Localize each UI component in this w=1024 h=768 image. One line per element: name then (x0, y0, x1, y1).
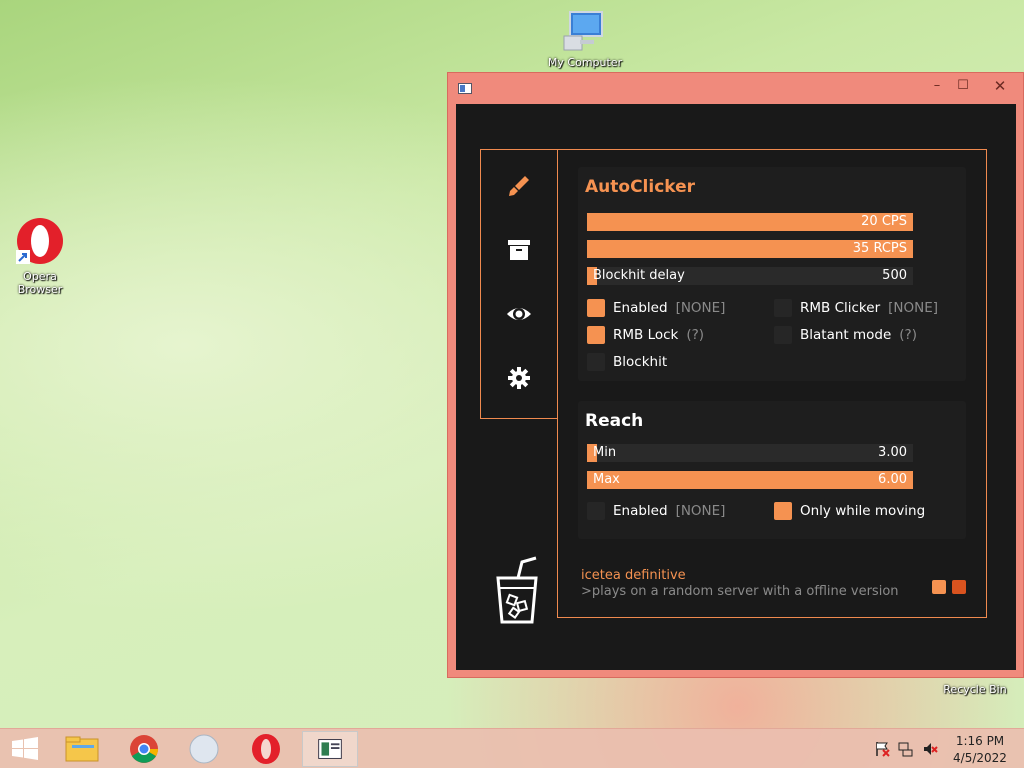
reach-min-slider[interactable]: Min 3.00 (587, 444, 913, 462)
checkbox-box[interactable] (774, 502, 792, 520)
checkbox-box[interactable] (774, 326, 792, 344)
footer-description: >plays on a random server with a offline… (581, 584, 899, 599)
slider-value: 20 CPS (861, 214, 907, 229)
opera-icon (16, 218, 63, 264)
reach-panel: Reach Min 3.00 Max 6.00 Enabled [NONE] O… (578, 401, 966, 539)
brush-icon[interactable] (505, 172, 533, 200)
slider-label: Blockhit delay (593, 268, 685, 283)
slider-value: 35 RCPS (852, 241, 907, 256)
eye-icon[interactable] (505, 300, 533, 328)
slider-label: Min (593, 445, 617, 460)
checkbox-box[interactable] (587, 299, 605, 317)
desktop-icon-label: Recycle Bin (943, 683, 1007, 696)
network-icon[interactable] (898, 741, 914, 757)
flag-icon[interactable] (874, 741, 890, 757)
help-hint: (?) (899, 327, 917, 343)
app-sphere-icon[interactable] (176, 731, 232, 767)
app-window: – ☐ ✕ AutoClicker 20 CPS 35 RCPS Blockhi… (447, 72, 1024, 678)
checkbox-box[interactable] (587, 326, 605, 344)
checkbox-box[interactable] (774, 299, 792, 317)
windows-start-icon[interactable] (0, 731, 50, 767)
archive-icon[interactable] (505, 236, 533, 264)
cps-slider[interactable]: 20 CPS (587, 213, 913, 231)
checkbox-box[interactable] (587, 502, 605, 520)
taskbar: 1:16 PM 4/5/2022 (0, 728, 1024, 768)
sidebar (480, 149, 558, 419)
gear-icon[interactable] (505, 364, 533, 392)
desktop-icon-label: Opera Browser (17, 270, 63, 296)
panel-title: AutoClicker (585, 177, 696, 197)
computer-icon (563, 11, 603, 51)
slider-label: Max (593, 472, 620, 487)
keybind-hint[interactable]: [NONE] (676, 503, 726, 519)
clock-date[interactable]: 4/5/2022 (940, 751, 1020, 765)
checkbox-box[interactable] (587, 353, 605, 371)
opera-icon[interactable] (238, 731, 294, 767)
slider-value: 3.00 (878, 445, 907, 460)
volume-muted-icon[interactable] (922, 741, 938, 757)
maximize-button[interactable]: ☐ (951, 77, 975, 95)
help-hint: (?) (686, 327, 705, 343)
slider-value: 500 (882, 268, 907, 283)
chrome-icon[interactable] (116, 731, 172, 767)
keybind-hint[interactable]: [NONE] (888, 300, 938, 316)
desktop-icon-opera[interactable]: Opera Browser (0, 216, 80, 296)
theme-dot-light[interactable] (932, 580, 946, 594)
reach-max-slider[interactable]: Max 6.00 (587, 471, 913, 489)
desktop-icon-recycle-bin[interactable]: Recycle Bin (935, 683, 1015, 696)
clock-time[interactable]: 1:16 PM (940, 734, 1020, 748)
footer-title: icetea definitive (581, 568, 686, 583)
iced-drink-icon (496, 556, 538, 624)
file-explorer-icon[interactable] (56, 731, 112, 767)
blockhit-delay-slider[interactable]: Blockhit delay 500 (587, 267, 913, 285)
desktop-icon-label: My Computer (547, 56, 623, 69)
active-app-taskbar-icon[interactable] (302, 731, 358, 767)
autoclicker-panel: AutoClicker 20 CPS 35 RCPS Blockhit dela… (578, 167, 966, 381)
minimize-button[interactable]: – (925, 77, 949, 95)
theme-dot-dark[interactable] (952, 580, 966, 594)
panel-title: Reach (585, 411, 644, 431)
desktop-icon-my-computer[interactable]: My Computer (545, 10, 625, 69)
close-button[interactable]: ✕ (988, 77, 1012, 95)
keybind-hint[interactable]: [NONE] (676, 300, 726, 316)
app-icon (458, 83, 472, 94)
main-panel: AutoClicker 20 CPS 35 RCPS Blockhit dela… (557, 149, 987, 618)
slider-value: 6.00 (878, 472, 907, 487)
rcps-slider[interactable]: 35 RCPS (587, 240, 913, 258)
title-bar[interactable]: – ☐ ✕ (448, 73, 1023, 103)
client-area: AutoClicker 20 CPS 35 RCPS Blockhit dela… (456, 104, 1016, 670)
